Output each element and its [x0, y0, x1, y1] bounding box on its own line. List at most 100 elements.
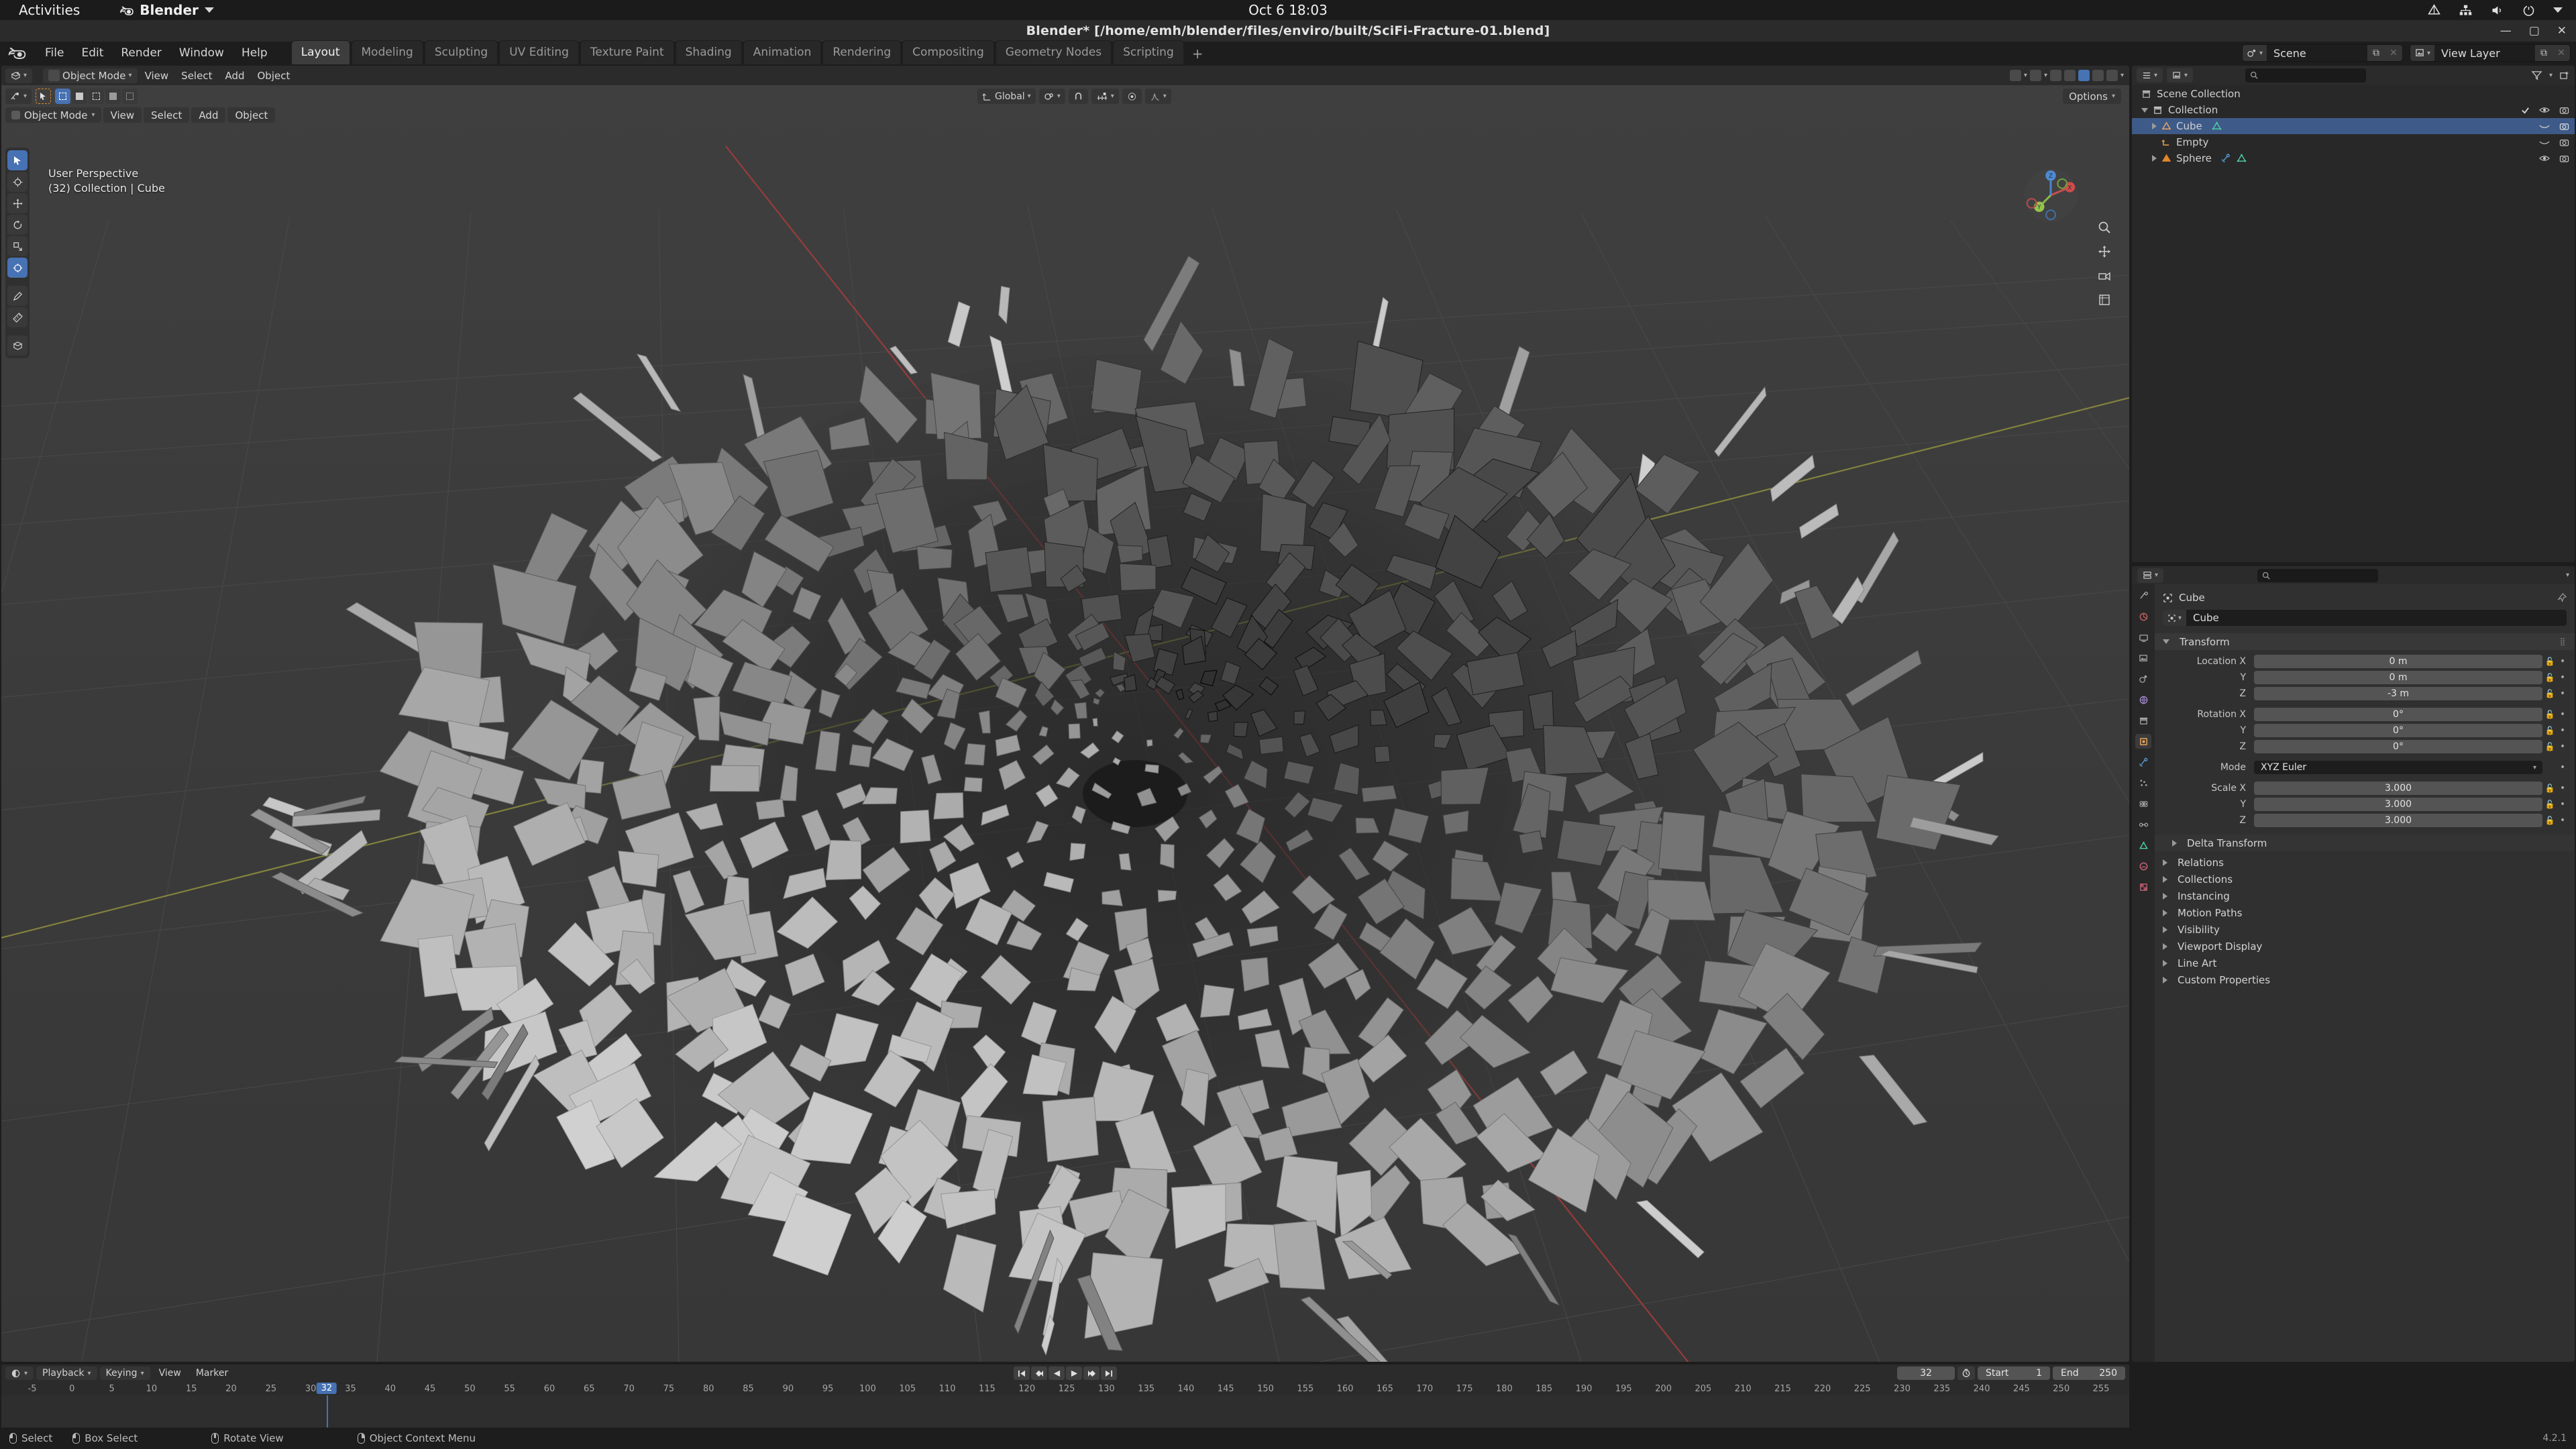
properties-tab-render[interactable]: [2135, 609, 2151, 624]
pin-icon[interactable]: [2557, 592, 2567, 603]
outliner-row-sphere[interactable]: Sphere: [2132, 150, 2575, 166]
camera-view-icon[interactable]: [2096, 267, 2113, 284]
proportional-falloff-selector[interactable]: ▾: [1144, 89, 1171, 104]
power-icon[interactable]: [2522, 3, 2536, 17]
activities-button[interactable]: Activities: [19, 2, 80, 18]
select-extend-icon[interactable]: [72, 89, 88, 104]
snap-settings-selector[interactable]: ▾: [1091, 89, 1119, 104]
eye-icon[interactable]: [2539, 154, 2550, 162]
viewlayer-name[interactable]: View Layer: [2434, 45, 2535, 61]
field-rotation-mode[interactable]: Mode XYZ Euler ▾ •: [2155, 760, 2568, 775]
panel-header-line-art[interactable]: Line Art: [2155, 955, 2575, 971]
properties-tab-scene[interactable]: [2135, 672, 2151, 686]
expand-cube-icon[interactable]: [2152, 123, 2157, 129]
properties-tab-object[interactable]: [2135, 734, 2151, 749]
properties-tab-world[interactable]: [2135, 692, 2151, 707]
maximize-button[interactable]: ▢: [2529, 25, 2540, 37]
jump-to-end-button[interactable]: [1101, 1366, 1117, 1380]
workspace-tab-compositing[interactable]: Compositing: [902, 40, 994, 64]
camera-icon[interactable]: [2559, 122, 2569, 131]
move-view-icon[interactable]: [2096, 243, 2113, 260]
navigation-gizmo[interactable]: X Y Z: [2022, 166, 2080, 224]
prev-keyframe-button[interactable]: [1031, 1366, 1047, 1380]
properties-tab-modifiers[interactable]: [2135, 755, 2151, 769]
tool-annotate[interactable]: [7, 286, 28, 306]
show-overlays-icon[interactable]: [2029, 70, 2041, 81]
object-id-name[interactable]: Cube: [2186, 612, 2219, 624]
shading-wireframe-icon[interactable]: [2063, 70, 2076, 81]
panel-header-viewport-display[interactable]: Viewport Display: [2155, 938, 2575, 955]
viewlayer-browse-button[interactable]: ▾: [2410, 45, 2434, 61]
animate-scale-z-icon[interactable]: •: [2557, 815, 2568, 826]
properties-tab-texture[interactable]: [2135, 879, 2151, 894]
value-scale-z[interactable]: 3.000: [2254, 814, 2542, 827]
workspace-tab-shading[interactable]: Shading: [675, 40, 742, 64]
tool-add-cube[interactable]: [7, 335, 28, 356]
field-rotation-y[interactable]: Y 0° 🔓 •: [2155, 723, 2568, 738]
unlink-scene-button[interactable]: ✕: [2384, 45, 2402, 61]
add-workspace-button[interactable]: +: [1185, 43, 1210, 64]
auto-key-toggle[interactable]: [1957, 1366, 1975, 1380]
tool-cursor[interactable]: [7, 172, 28, 192]
frame-end-field[interactable]: End 250: [2053, 1366, 2125, 1380]
play-button[interactable]: [1066, 1366, 1082, 1380]
snap-toggle[interactable]: [1068, 89, 1088, 104]
timeline-menu-playback[interactable]: Playback ▾: [36, 1366, 97, 1380]
mesh-data-icon[interactable]: [2237, 154, 2247, 163]
viewport-menu-object-2[interactable]: Object: [227, 107, 276, 123]
next-keyframe-button[interactable]: [1083, 1366, 1099, 1380]
outliner-row-empty[interactable]: Empty: [2132, 134, 2575, 150]
current-frame-field[interactable]: 32: [1897, 1366, 1955, 1380]
camera-icon[interactable]: [2559, 106, 2569, 115]
properties-tab-constraints[interactable]: [2135, 817, 2151, 832]
properties-search-input[interactable]: [2257, 568, 2378, 582]
tool-measure[interactable]: [7, 307, 28, 327]
app-menu[interactable]: Blender: [120, 2, 214, 18]
panel-header-visibility[interactable]: Visibility: [2155, 921, 2575, 938]
menu-render[interactable]: Render: [112, 44, 170, 62]
scene-browse-button[interactable]: ▾: [2242, 45, 2267, 61]
value-scale-x[interactable]: 3.000: [2254, 782, 2542, 795]
new-collection-icon[interactable]: [2559, 70, 2570, 80]
show-gizmo-icon[interactable]: [2009, 70, 2021, 81]
lock-rotation-x-icon[interactable]: 🔓: [2542, 710, 2557, 719]
animate-rotation-z-icon[interactable]: •: [2557, 741, 2568, 752]
value-rotation-mode[interactable]: XYZ Euler ▾: [2254, 761, 2542, 774]
select-subtract-icon[interactable]: [89, 89, 105, 104]
camera-icon[interactable]: [2559, 138, 2569, 147]
animate-scale-x-icon[interactable]: •: [2557, 783, 2568, 794]
panel-header-collections[interactable]: Collections: [2155, 871, 2575, 888]
modifier-icon[interactable]: [2221, 154, 2231, 163]
lock-scale-z-icon[interactable]: 🔓: [2542, 816, 2557, 825]
mesh-data-icon[interactable]: [2212, 121, 2222, 131]
object-mode-pill[interactable]: Object Mode ▾: [5, 107, 101, 123]
lock-location-y-icon[interactable]: 🔓: [2542, 673, 2557, 682]
properties-tab-tool[interactable]: [2135, 588, 2151, 603]
eye-icon[interactable]: [2539, 106, 2550, 114]
workspace-tab-sculpting[interactable]: Sculpting: [424, 40, 498, 64]
outliner-editor[interactable]: ▾ ▾ ▾ Scene Collection Collection Cube E…: [2132, 66, 2575, 562]
workspace-tab-modeling[interactable]: Modeling: [351, 40, 423, 64]
properties-options-chevron-down-icon[interactable]: ▾: [2566, 572, 2569, 579]
panel-drag-handle[interactable]: ⣿: [2560, 637, 2567, 646]
interaction-mode-selector[interactable]: Object Mode ▾: [43, 68, 138, 83]
object-id-browse-button[interactable]: ▾: [2163, 610, 2187, 626]
expand-collection-icon[interactable]: [2141, 107, 2148, 113]
animate-location-x-icon[interactable]: •: [2557, 656, 2568, 667]
properties-tab-material[interactable]: [2135, 859, 2151, 873]
panel-header-instancing[interactable]: Instancing: [2155, 888, 2575, 904]
outliner-search-input[interactable]: [2245, 68, 2367, 83]
3d-viewport[interactable]: ▾ Object Mode ▾ View Select Add Object ▾: [1, 66, 2129, 1362]
checkbox-checked-icon[interactable]: [2521, 106, 2530, 115]
new-viewlayer-button[interactable]: ⧉: [2535, 45, 2553, 61]
xray-toggle-icon[interactable]: [2049, 70, 2061, 81]
select-intersect-icon[interactable]: [122, 89, 138, 104]
value-rotation-z[interactable]: 0°: [2254, 740, 2542, 753]
menu-window[interactable]: Window: [170, 44, 233, 62]
volume-icon[interactable]: [2490, 3, 2504, 17]
value-rotation-x[interactable]: 0°: [2254, 708, 2542, 721]
select-set-icon[interactable]: [55, 89, 71, 104]
viewport-menu-select-2[interactable]: Select: [144, 107, 190, 123]
properties-tab-physics[interactable]: [2135, 796, 2151, 811]
scene-name[interactable]: Scene: [2266, 45, 2367, 61]
